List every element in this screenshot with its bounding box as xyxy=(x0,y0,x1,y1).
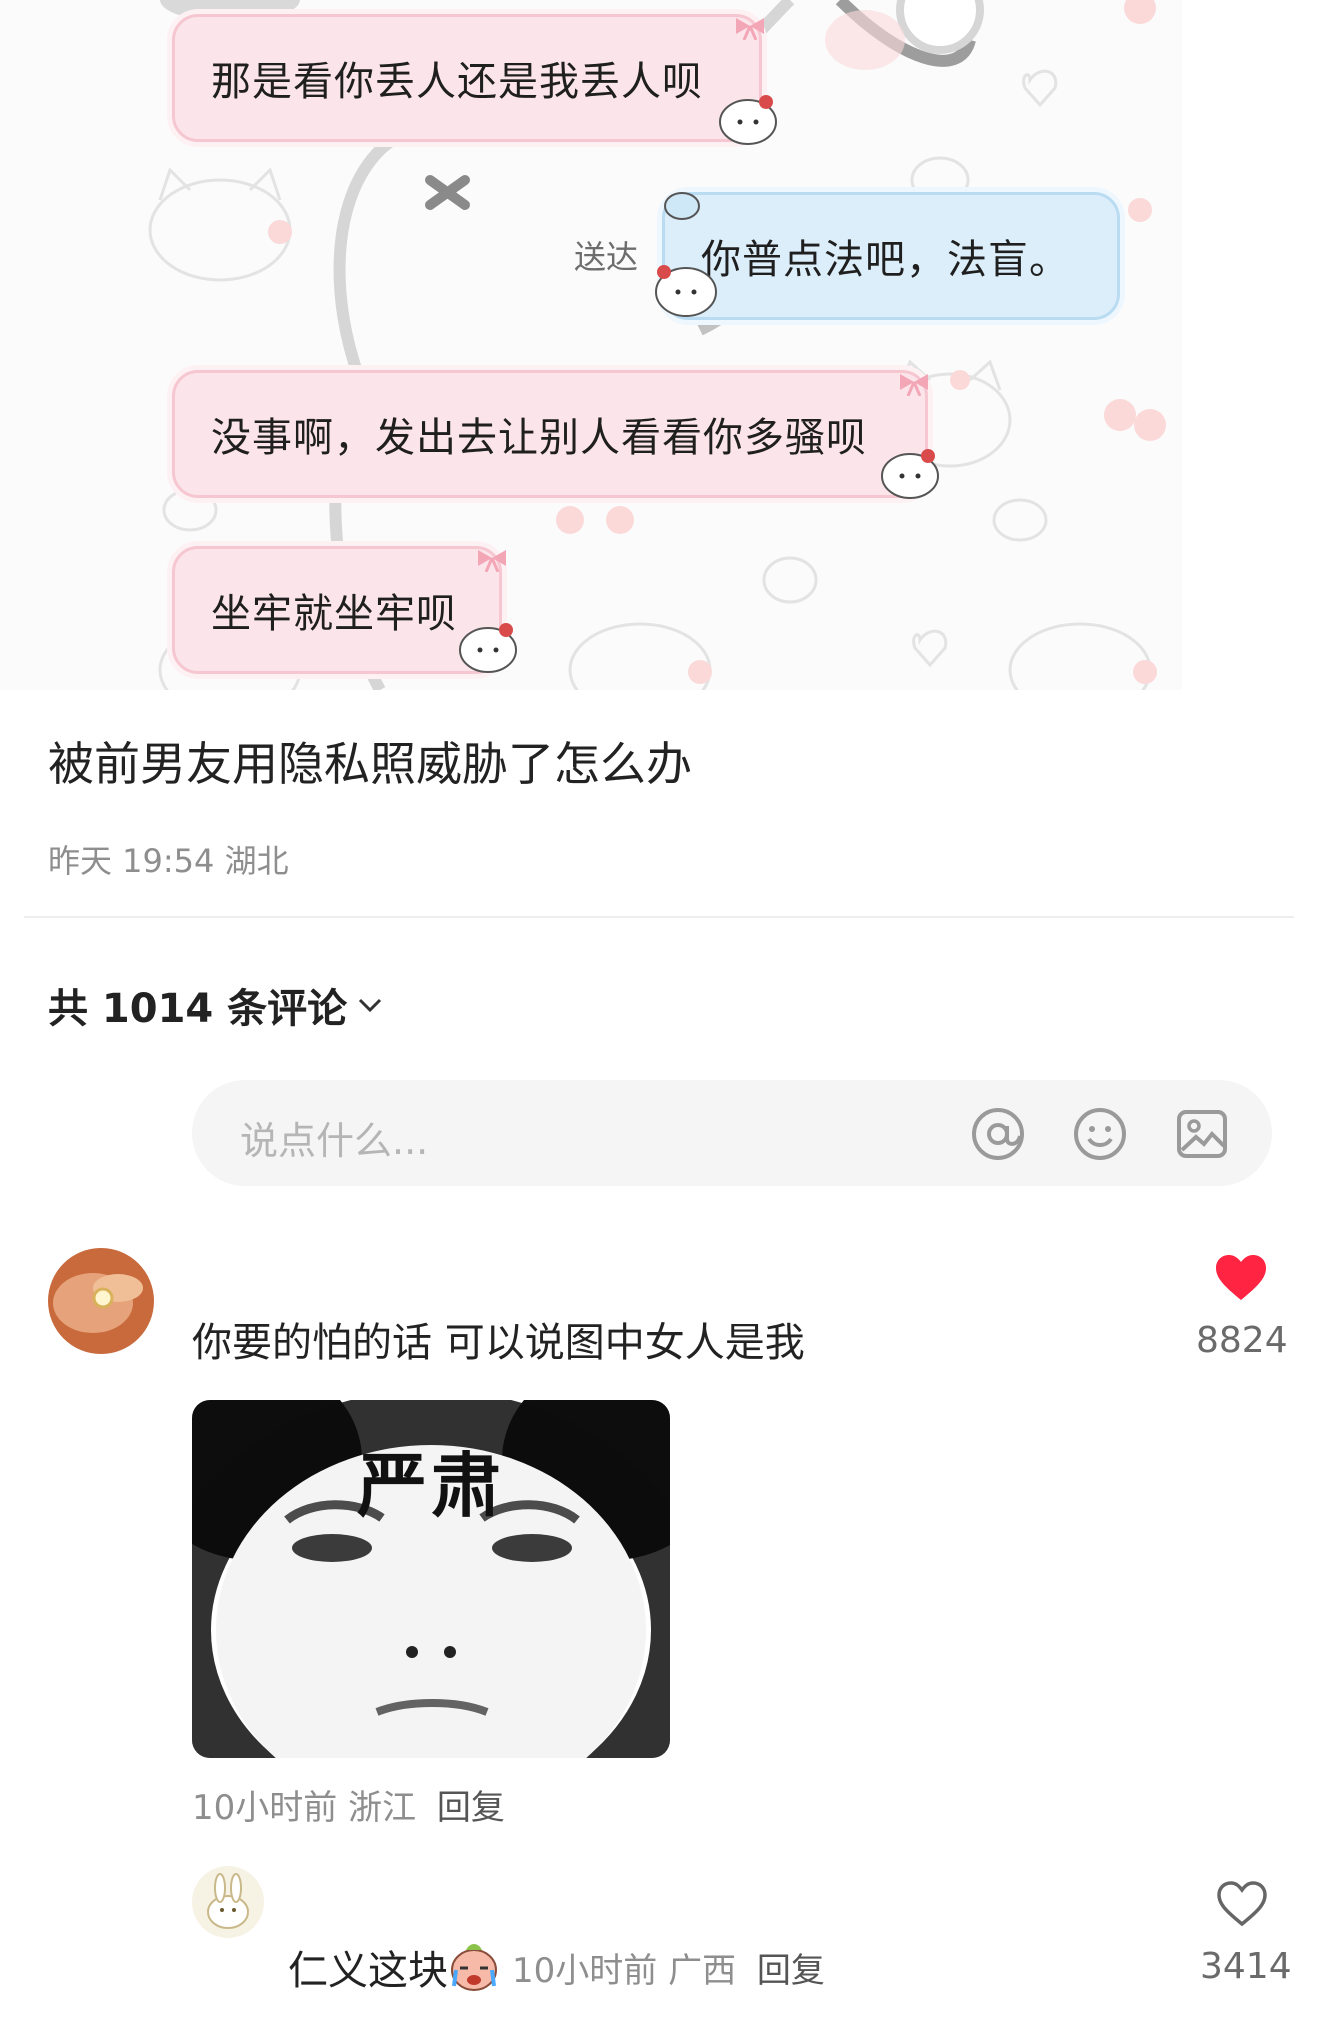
like-count: 3414 xyxy=(1200,1946,1292,1987)
at-icon[interactable] xyxy=(970,1106,1026,1162)
post-title: 被前男友用隐私照威胁了怎么办 xyxy=(48,737,692,791)
chat-message-received: 坐牢就坐牢呗 xyxy=(172,546,502,674)
emoji-icon[interactable] xyxy=(1072,1106,1128,1162)
comment-input[interactable]: 说点什么... xyxy=(192,1080,1272,1186)
delivery-status: 送达 xyxy=(574,238,639,276)
comment-sticker-image[interactable]: 严肃 xyxy=(192,1400,670,1758)
reply-button[interactable]: 回复 xyxy=(437,1788,505,1828)
chat-screenshot-image[interactable]: 那是看你丢人还是我丢人呗 送达 你普点法吧，法盲。 没事啊，发出去让别人看看你多… xyxy=(0,0,1182,690)
reply-button[interactable]: 回复 xyxy=(757,1951,825,1991)
bow-icon xyxy=(478,550,506,572)
comment-input-placeholder: 说点什么... xyxy=(240,1119,429,1163)
reply-location: 广西 xyxy=(668,1950,737,1991)
reply-time: 10小时前 xyxy=(512,1950,658,1991)
reply-meta: 10小时前 广西 回复 xyxy=(512,1943,825,1992)
avatar[interactable] xyxy=(192,1866,264,1938)
hello-kitty-sticker-icon xyxy=(719,95,777,145)
hello-kitty-sticker-icon xyxy=(655,265,717,317)
comment-text: 你要的怕的话 可以说图中女人是我 xyxy=(192,1320,805,1366)
sticker-caption: 严肃 xyxy=(357,1444,505,1527)
chat-message-text: 没事啊，发出去让别人看看你多骚呗 xyxy=(211,415,867,461)
cloud-sticker-icon xyxy=(664,192,700,220)
bow-icon xyxy=(900,374,928,396)
avatar[interactable] xyxy=(48,1248,154,1354)
hello-kitty-sticker-icon xyxy=(881,449,939,499)
avatar-image xyxy=(48,1248,154,1354)
heart-filled-icon[interactable] xyxy=(1214,1254,1268,1302)
chat-message-sent: 你普点法吧，法盲。 xyxy=(662,192,1120,320)
chevron-down-icon xyxy=(359,998,382,1013)
divider xyxy=(24,916,1294,918)
comment-sort-toggle[interactable]: 共 1014 条评论 xyxy=(48,976,383,1034)
comment-location: 浙江 xyxy=(348,1788,417,1828)
chat-message-text: 你普点法吧，法盲。 xyxy=(701,237,1070,283)
avatar-image xyxy=(192,1866,264,1938)
heart-outline-icon[interactable] xyxy=(1216,1880,1268,1928)
comment-meta: 10小时前 浙江 回复 xyxy=(192,1780,505,1829)
chat-message-text: 坐牢就坐牢呗 xyxy=(211,591,457,637)
image-icon[interactable] xyxy=(1174,1106,1230,1162)
chat-message-received: 那是看你丢人还是我丢人呗 xyxy=(172,14,762,142)
like-count: 8824 xyxy=(1196,1320,1288,1361)
comment-count-label: 共 1014 条评论 xyxy=(48,986,348,1032)
comment-time: 10小时前 xyxy=(192,1788,338,1828)
chat-message-text: 那是看你丢人还是我丢人呗 xyxy=(211,59,703,105)
hello-kitty-sticker-icon xyxy=(459,623,517,673)
reply-comment: 仁义这块 10小时前 广西 回复 xyxy=(288,1938,825,1996)
reply-text: 仁义这块 xyxy=(288,1948,448,1994)
chat-message-received: 没事啊，发出去让别人看看你多骚呗 xyxy=(172,370,928,498)
post-meta: 昨天 19:54 湖北 xyxy=(48,842,289,880)
bow-icon xyxy=(736,18,764,40)
crying-face-icon xyxy=(451,1944,497,1991)
